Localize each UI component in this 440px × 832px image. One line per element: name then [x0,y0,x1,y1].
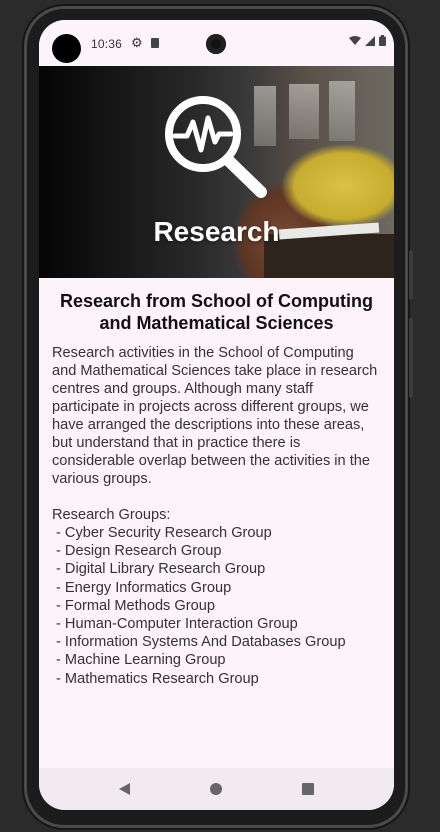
research-magnifier-pulse-icon [165,96,267,198]
front-camera [206,34,226,54]
back-icon[interactable] [119,783,130,795]
hero-window [329,81,355,141]
list-item: Energy Informatics Group [56,579,394,597]
list-item: Digital Library Research Group [56,560,394,578]
app-screen: 10:36 ⚙ Research Research from School of… [39,20,394,810]
page-title: Research from School of Computing and Ma… [59,291,374,333]
research-groups-list: Cyber Security Research Group Design Res… [39,524,394,688]
main-content: Research from School of Computing and Ma… [39,278,394,688]
recents-icon[interactable] [302,783,314,795]
camera-punch-hole [52,34,81,63]
list-item: Cyber Security Research Group [56,524,394,542]
list-item: Human-Computer Interaction Group [56,615,394,633]
wifi-icon [349,35,361,45]
list-item: Machine Learning Group [56,651,394,669]
sim-card-icon [151,38,159,48]
intro-paragraph: Research activities in the School of Com… [52,345,378,487]
status-icons [349,35,386,46]
hero-title: Research [153,216,280,247]
groups-heading: Research Groups: [52,507,171,523]
status-time: 10:36 [91,37,123,51]
signal-icon [365,35,375,46]
status-bar: 10:36 ⚙ [39,20,394,66]
hero-window [289,84,319,139]
gear-icon: ⚙ [131,35,143,50]
list-item: Information Systems And Databases Group [56,633,394,651]
list-item: Formal Methods Group [56,597,394,615]
battery-icon [379,35,386,46]
list-item: Design Research Group [56,542,394,560]
list-item: Mathematics Research Group [56,670,394,688]
volume-button [409,318,413,398]
hero-banner: Research [39,66,394,278]
power-button [409,250,413,300]
home-icon[interactable] [210,783,222,795]
system-nav-bar [39,768,394,810]
